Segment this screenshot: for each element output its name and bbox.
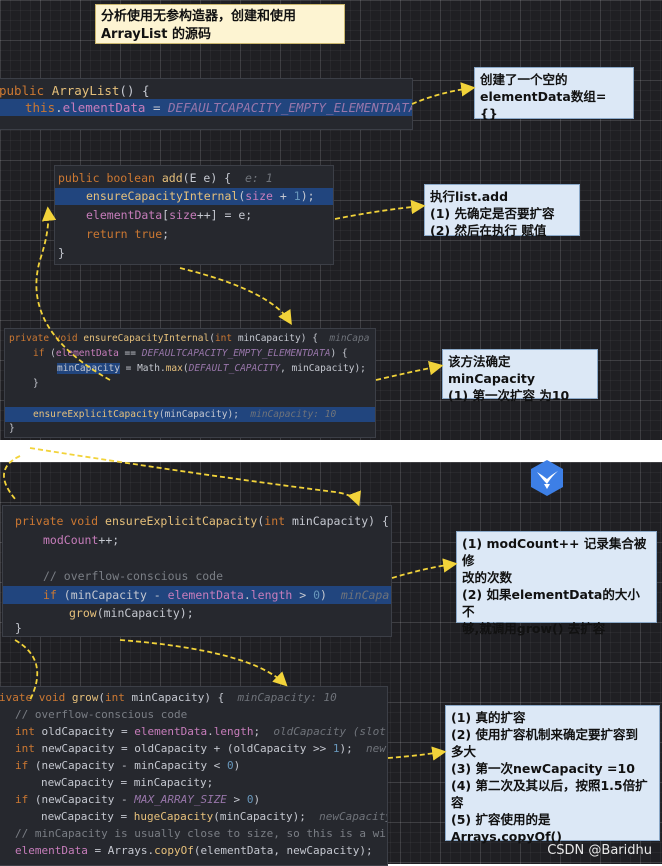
arrow-grow-to-note	[387, 746, 447, 761]
flow-arrows	[3, 82, 476, 761]
watermark: CSDN @Baridhu	[547, 843, 652, 858]
arrow-left-curve-bottom	[14, 639, 39, 701]
arrow-explicit-to-note	[391, 558, 458, 579]
arrow-explicit-to-grow	[119, 639, 288, 687]
arrow-ensure-to-add-loop	[35, 206, 111, 381]
arrow-left-curve-top	[3, 455, 21, 501]
arrow-add-to-note	[334, 199, 426, 220]
arrow-ensure-internal-to-note	[375, 361, 444, 381]
arrow-internal-to-explicit	[29, 447, 361, 507]
arrow-add-to-ensure-internal	[179, 267, 292, 326]
arrow-constructor-to-note	[411, 82, 476, 105]
